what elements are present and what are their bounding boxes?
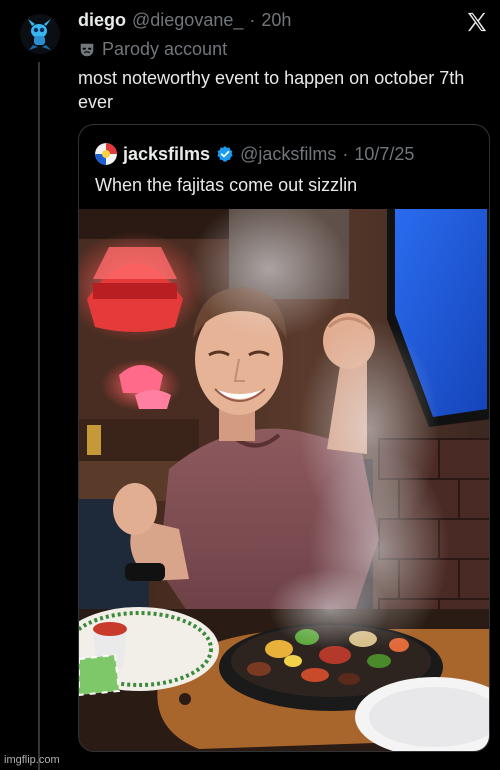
watermark-text: imgflip.com: [4, 754, 60, 766]
quoted-separator-dot: ·: [342, 143, 349, 164]
quoted-author-avatar[interactable]: [95, 143, 117, 165]
quoted-post-card[interactable]: jacksfilms @jacksfilms · 10/7/25 When th…: [78, 124, 490, 752]
post-text: most noteworthy event to happen on octob…: [78, 68, 465, 112]
mask-icon: [80, 43, 94, 56]
author-name[interactable]: diego: [78, 10, 126, 31]
parody-label-text: Parody account: [102, 39, 228, 59]
quoted-post-date[interactable]: 10/7/25: [354, 144, 414, 165]
quoted-author-handle[interactable]: @jacksfilms: [240, 144, 336, 165]
separator-dot: ·: [249, 10, 256, 30]
quoted-post-header: jacksfilms @jacksfilms · 10/7/25: [95, 143, 414, 165]
parody-label: Parody account: [78, 39, 227, 60]
author-handle[interactable]: @diegovane_: [132, 10, 243, 31]
quoted-post-photo[interactable]: [79, 209, 490, 752]
quoted-post-text: When the fajitas come out sizzlin: [95, 175, 358, 195]
quoted-author-name[interactable]: jacksfilms: [123, 144, 210, 165]
post-time[interactable]: 20h: [261, 10, 291, 31]
avatar-image: [20, 14, 60, 54]
post-header: diego @diegovane_ · 20h: [78, 10, 291, 31]
x-logo-icon[interactable]: [466, 11, 488, 33]
verified-badge-icon: [217, 146, 233, 162]
author-avatar[interactable]: [20, 14, 60, 54]
thread-line: [38, 62, 40, 770]
